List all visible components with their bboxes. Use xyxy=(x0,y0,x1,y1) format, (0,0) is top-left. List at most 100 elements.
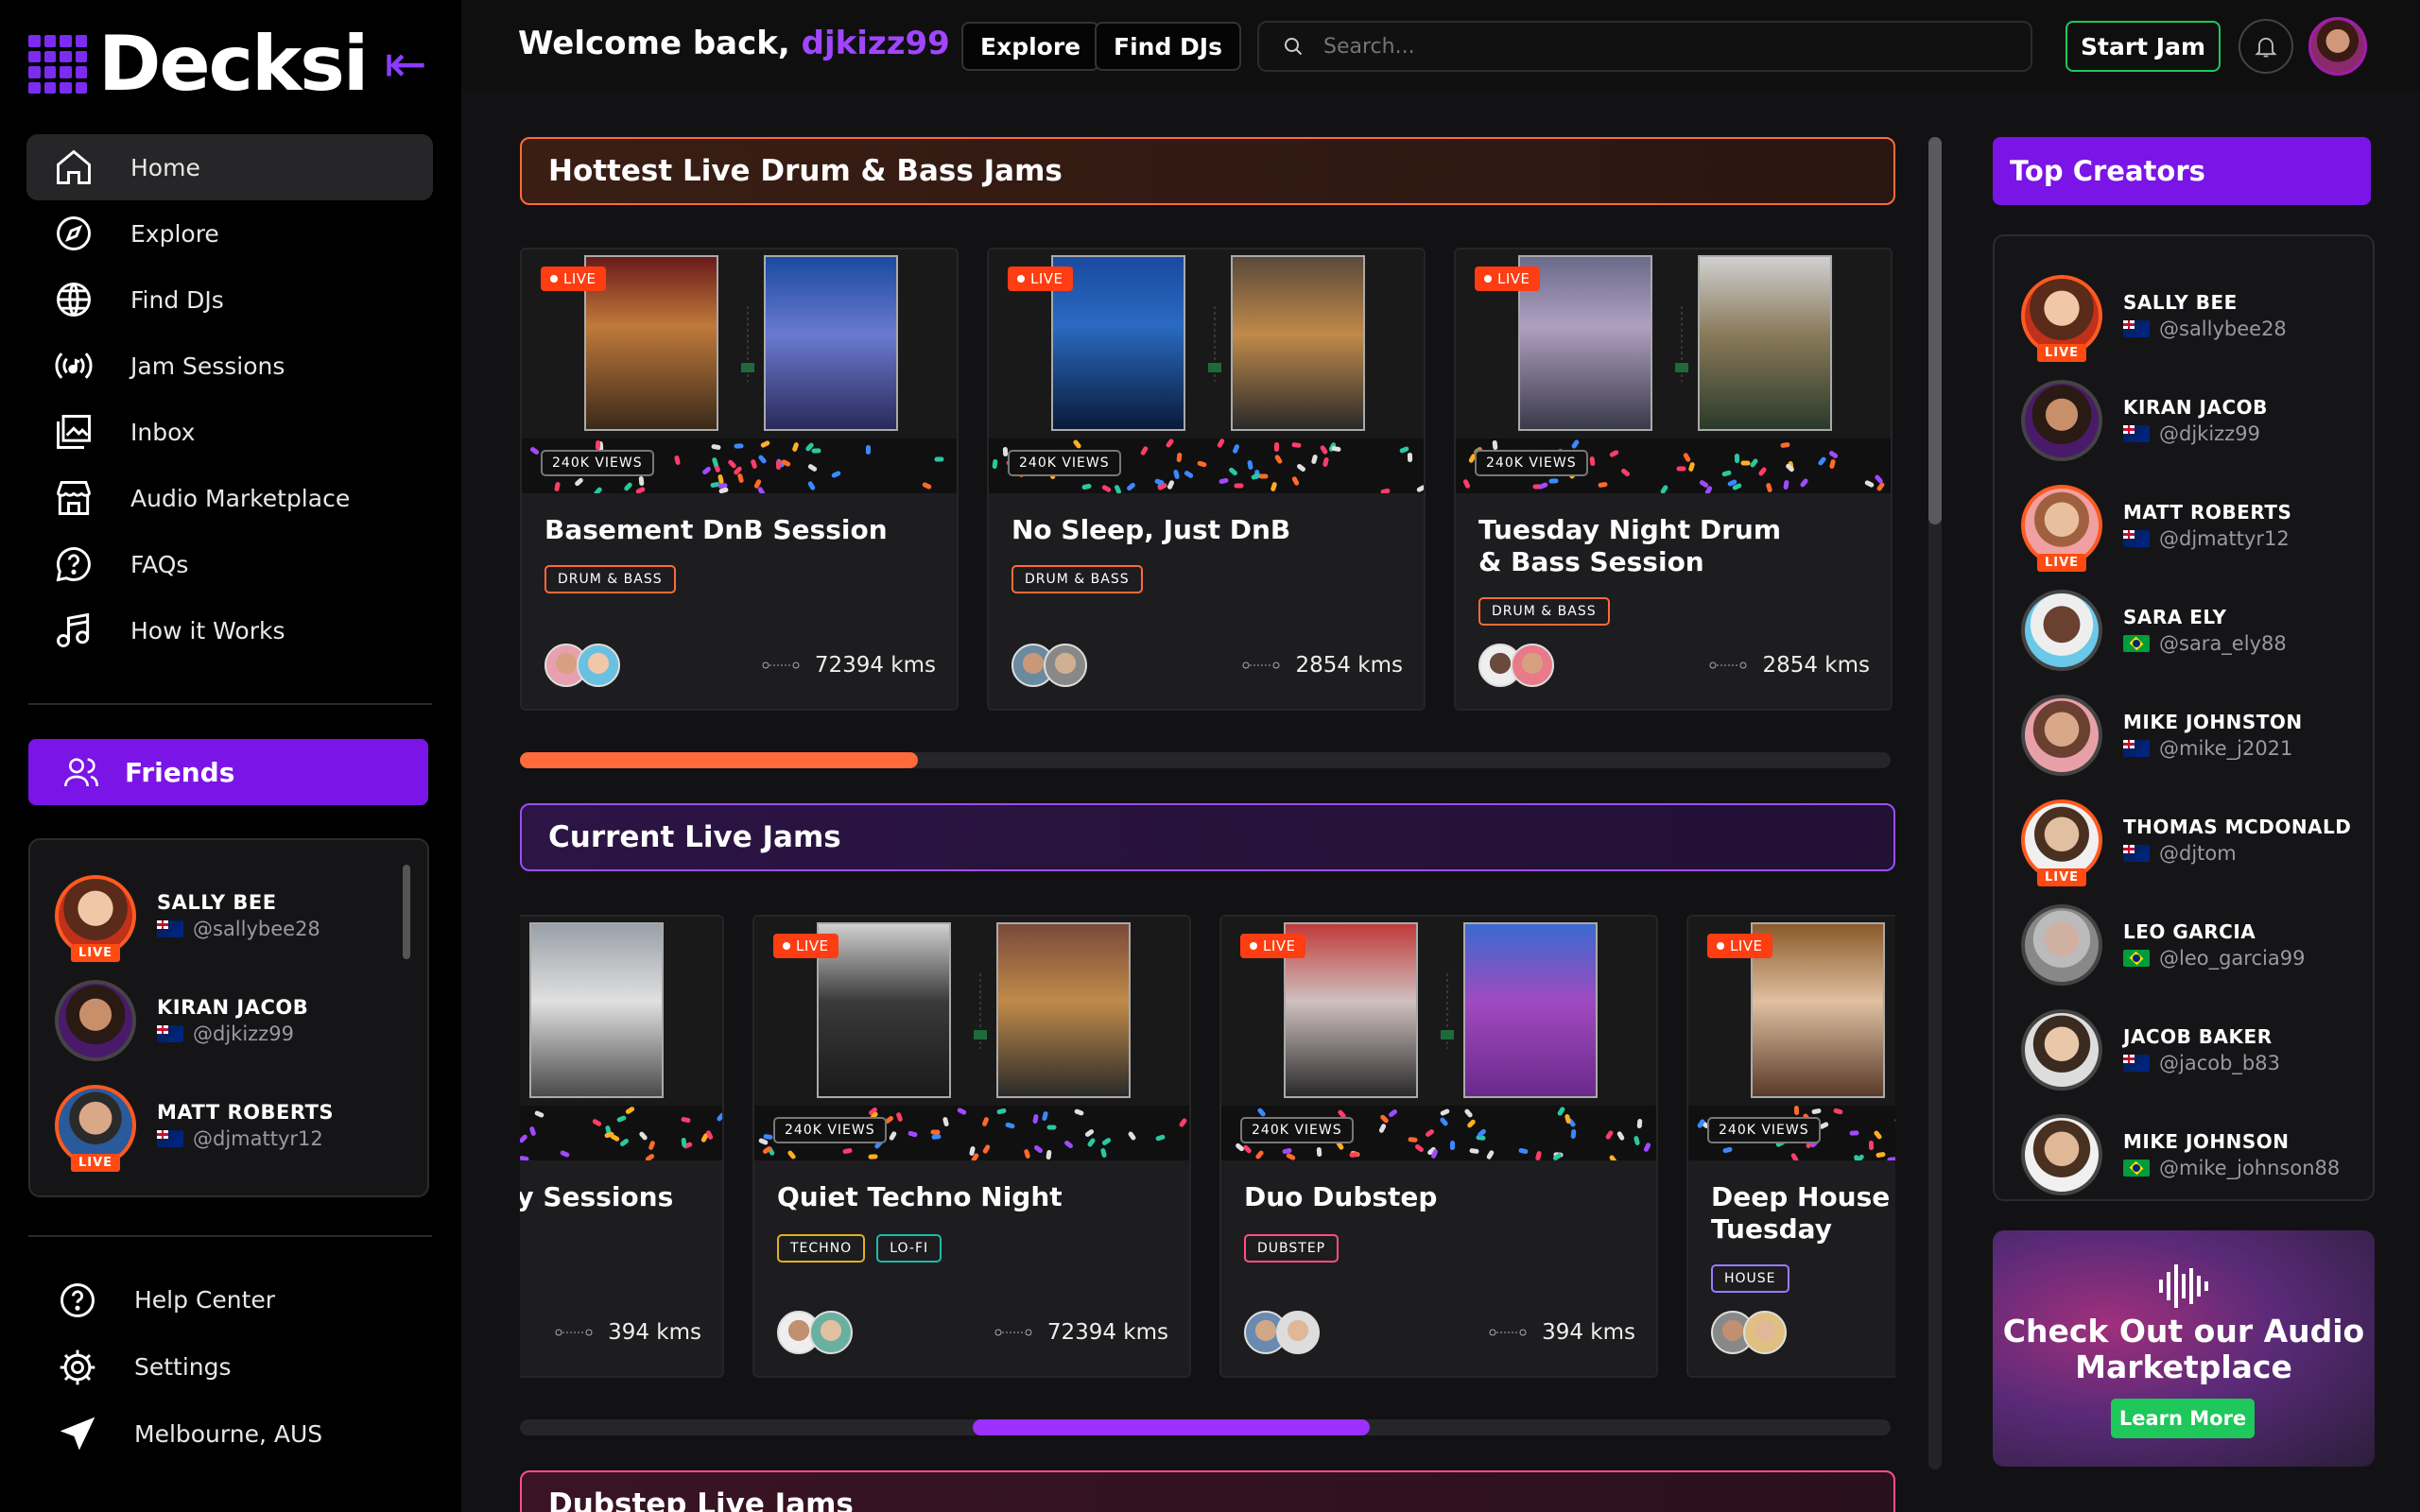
avatar: LIVE xyxy=(55,1084,136,1172)
friend-handle: @djkizz99 xyxy=(193,1022,294,1045)
jam-card[interactable]: LIVE 240K VIEWS Basement DnB Session DRU… xyxy=(520,248,959,711)
friends-scrollbar[interactable] xyxy=(403,865,410,959)
creator-handle: @djkizz99 xyxy=(2159,421,2260,445)
genre-tag[interactable]: TECHNO xyxy=(777,1234,866,1263)
jam-preview: LIVE xyxy=(1688,917,1895,1160)
views-badge: 240K VIEWS xyxy=(1707,1117,1821,1143)
brand-name: Decksi xyxy=(98,20,369,108)
avatar xyxy=(2021,903,2102,986)
creator-item[interactable]: MIKE JOHNSON @mike_johnson88 xyxy=(1995,1102,2373,1207)
audio-wave-icon xyxy=(2159,1264,2208,1308)
creator-item[interactable]: LIVE SALLY BEE @sallybee28 xyxy=(1995,263,2373,368)
distance-icon xyxy=(762,662,800,669)
creator-item[interactable]: LEO GARCIA @leo_garcia99 xyxy=(1995,892,2373,997)
distance-icon xyxy=(555,1329,593,1336)
notifications-button[interactable] xyxy=(2238,19,2293,74)
genre-tag[interactable]: DUBSTEP xyxy=(1244,1234,1340,1263)
australia-flag-icon xyxy=(2123,1054,2150,1072)
distance: 2854 kms xyxy=(1242,653,1403,678)
start-jam-button[interactable]: Start Jam xyxy=(2066,21,2221,72)
creator-item[interactable]: MIKE JOHNSTON @mike_j2021 xyxy=(1995,682,2373,787)
live-badge: LIVE xyxy=(2036,553,2087,572)
globe-icon xyxy=(57,283,91,317)
australia-flag-icon xyxy=(2123,844,2150,862)
nav-item-home[interactable]: Home xyxy=(26,134,433,200)
collapse-sidebar-icon[interactable]: ⇤ xyxy=(384,39,426,90)
jam-card[interactable]: LIVE 240K VIEWS Duo Dubstep DUBSTEP 394 … xyxy=(1219,915,1658,1378)
nav-item-location[interactable]: Melbourne, AUS xyxy=(28,1400,435,1468)
nav-item-explore[interactable]: Explore xyxy=(26,200,433,266)
scroll-thumb[interactable] xyxy=(1928,137,1942,524)
divider xyxy=(28,1235,432,1237)
creator-item[interactable]: LIVE MATT ROBERTS @djmattyr12 xyxy=(1995,472,2373,577)
jam-card[interactable]: LIVE 240K VIEWS Quiet Techno Night TECHN… xyxy=(752,915,1191,1378)
explore-button[interactable]: Explore xyxy=(961,22,1100,71)
promo-title: Check Out our Audio Marketplace xyxy=(2002,1313,2365,1385)
nav-item-audio-marketplace[interactable]: Audio Marketplace xyxy=(26,465,433,531)
dj-video-thumbnail xyxy=(529,922,664,1098)
jam-card[interactable]: LIVE 240K VIEWS No Sleep, Just DnB DRUM … xyxy=(987,248,1426,711)
friends-list: LIVE SALLY BEE @sallybee28 KIRAN JACOB @… xyxy=(28,838,429,1197)
genre-tag[interactable]: DRUM & BASS xyxy=(1478,597,1610,626)
help-icon xyxy=(60,1282,95,1317)
creator-handle: @mike_johnson88 xyxy=(2159,1156,2341,1179)
friend-item[interactable]: KIRAN JACOB @djkizz99 xyxy=(30,968,427,1073)
distance-value: 394 kms xyxy=(1542,1320,1635,1345)
live-badge: LIVE xyxy=(1008,266,1073,291)
live-badge: LIVE xyxy=(2036,868,2087,886)
creator-item[interactable]: SARA ELY @sara_ely88 xyxy=(1995,577,2373,682)
user-avatar[interactable] xyxy=(2308,17,2367,76)
avatar: LIVE xyxy=(2021,484,2102,572)
nav-item-how-it-works[interactable]: How it Works xyxy=(26,597,433,663)
nav-item-faqs[interactable]: FAQs xyxy=(26,531,433,597)
friend-item[interactable]: LIVE SALLY BEE @sallybee28 xyxy=(30,863,427,968)
friend-item[interactable]: LIVE MATT ROBERTS @djmattyr12 xyxy=(30,1073,427,1177)
logo[interactable]: Decksi ⇤ xyxy=(28,26,427,102)
avatar: LIVE xyxy=(2021,799,2102,886)
nav-item-help-center[interactable]: Help Center xyxy=(28,1266,435,1333)
australia-flag-icon xyxy=(2123,739,2150,757)
find-djs-button[interactable]: Find DJs xyxy=(1095,22,1241,71)
nav-label: Audio Marketplace xyxy=(130,484,351,512)
genre-tag[interactable]: DRUM & BASS xyxy=(1011,565,1143,593)
learn-more-button[interactable]: Learn More xyxy=(2111,1399,2255,1438)
friend-name: MATT ROBERTS xyxy=(157,1100,335,1124)
nav-item-settings[interactable]: Settings xyxy=(28,1333,435,1400)
welcome-username[interactable]: djkizz99 xyxy=(802,25,950,62)
nav-item-find-djs[interactable]: Find DJs xyxy=(26,266,433,333)
genre-tag[interactable]: LO-FI xyxy=(876,1234,942,1263)
distance: 394 kms xyxy=(555,1320,701,1345)
marketplace-promo[interactable]: Check Out our Audio Marketplace Learn Mo… xyxy=(1993,1230,2375,1467)
divider xyxy=(28,703,432,705)
bottom-nav: Help Center Settings Melbourne, AUS xyxy=(28,1266,435,1468)
scroll-thumb[interactable] xyxy=(972,1419,1370,1435)
australia-flag-icon xyxy=(157,1129,183,1147)
current-row-scrollbar[interactable] xyxy=(520,1419,1891,1435)
genre-tag[interactable]: DRUM & BASS xyxy=(544,565,676,593)
nav-item-jam-sessions[interactable]: Jam Sessions xyxy=(26,333,433,399)
participants xyxy=(544,644,620,687)
views-badge: 240K VIEWS xyxy=(541,450,654,476)
avatar xyxy=(2021,589,2102,671)
jam-card[interactable]: Low Frequency Sessions 394 kms xyxy=(520,915,724,1378)
avatar: LIVE xyxy=(2021,274,2102,362)
main-scrollbar[interactable] xyxy=(1928,137,1942,1469)
search-icon xyxy=(1285,38,1303,56)
genre-tag[interactable]: HOUSE xyxy=(1711,1264,1789,1293)
scroll-thumb[interactable] xyxy=(520,752,918,768)
jam-card[interactable]: LIVE 240K VIEWS Deep House Tuesday HOUSE xyxy=(1686,915,1895,1378)
creator-handle: @jacob_b83 xyxy=(2159,1051,2280,1074)
creator-item[interactable]: LIVE THOMAS MCDONALD @djtom xyxy=(1995,787,2373,892)
friends-button[interactable]: Friends xyxy=(28,739,428,805)
dnb-row-scrollbar[interactable] xyxy=(520,752,1891,768)
nav-label: Melbourne, AUS xyxy=(134,1420,323,1448)
creator-name: SALLY BEE xyxy=(2123,290,2238,314)
creator-item[interactable]: KIRAN JACOB @djkizz99 xyxy=(1995,368,2373,472)
jam-card[interactable]: LIVE 240K VIEWS Tuesday Night Drum & Bas… xyxy=(1454,248,1893,711)
nav-label: FAQs xyxy=(130,550,189,578)
search-input[interactable] xyxy=(1323,34,1985,59)
creator-item[interactable]: JACOB BAKER @jacob_b83 xyxy=(1995,997,2373,1102)
nav-item-inbox[interactable]: Inbox xyxy=(26,399,433,465)
nav-label: Settings xyxy=(134,1353,232,1381)
friend-name: SALLY BEE xyxy=(157,890,277,914)
